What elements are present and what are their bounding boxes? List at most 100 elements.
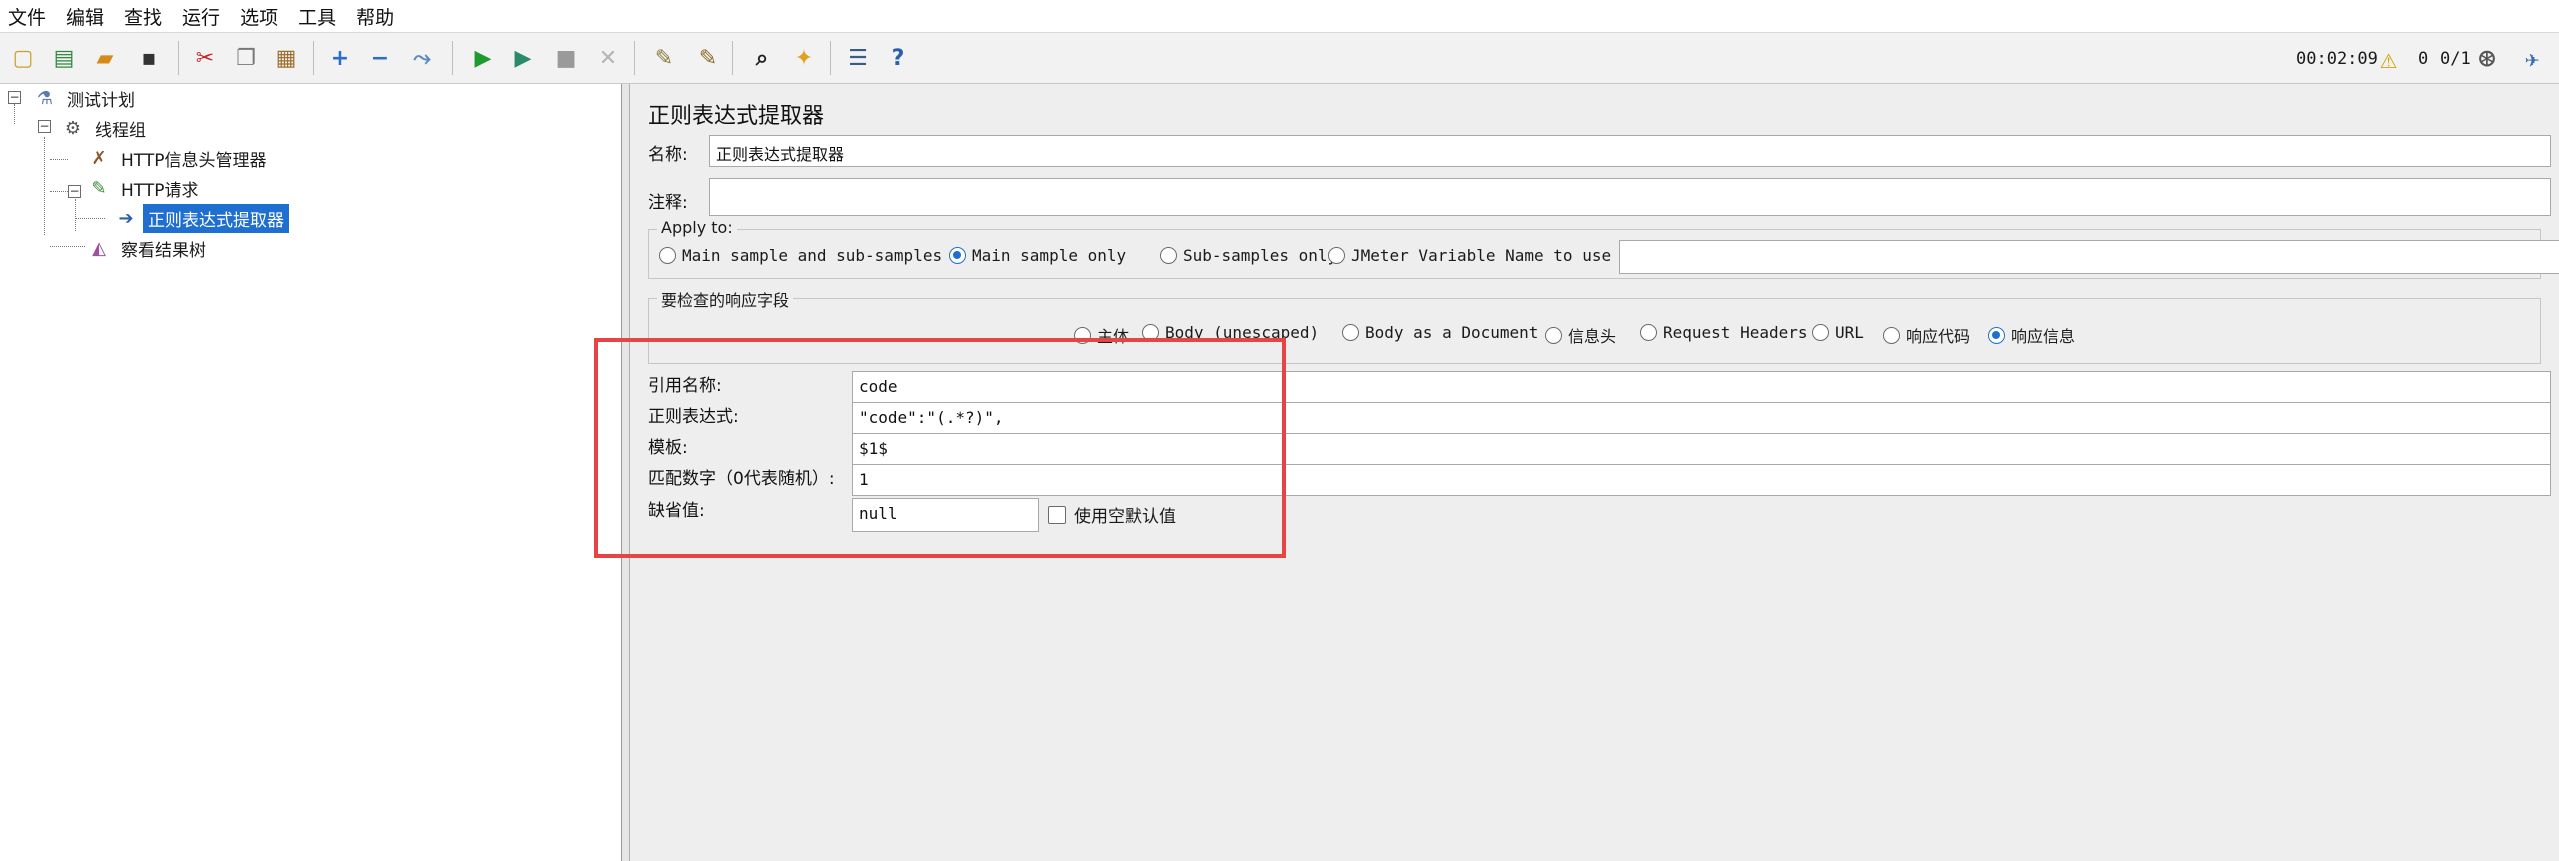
tree-node-label: HTTP请求 bbox=[121, 180, 199, 201]
check-response-code-radio[interactable]: 响应代码 bbox=[1883, 323, 1970, 347]
radio-label: Body (unescaped) bbox=[1165, 323, 1320, 342]
clear-all-button[interactable]: ✎ bbox=[690, 40, 726, 76]
template-label: 模板: bbox=[648, 438, 688, 458]
expand-button[interactable]: + bbox=[322, 40, 358, 76]
tree-node-thread-group[interactable]: ⚙ 线程组 bbox=[60, 114, 151, 142]
apply-main-and-sub-radio[interactable]: Main sample and sub-samples bbox=[659, 246, 942, 265]
open-button[interactable]: ▰ bbox=[87, 40, 123, 76]
collapse-http-request-toggle[interactable]: − bbox=[68, 185, 81, 198]
clear-button[interactable]: ✎ bbox=[646, 40, 682, 76]
menu-edit[interactable]: 编辑 bbox=[66, 3, 104, 30]
warning-icon[interactable]: ⚠ bbox=[2380, 33, 2397, 84]
check-body-unescaped-radio[interactable]: Body (unescaped) bbox=[1142, 323, 1319, 342]
tree-node-results-tree[interactable]: ◭ 察看结果树 bbox=[86, 234, 211, 262]
apply-jmeter-variable-radio[interactable]: JMeter Variable Name to use bbox=[1328, 246, 1611, 265]
templates-icon: ▤ bbox=[53, 45, 75, 71]
function-helper-button[interactable]: ☰ bbox=[840, 40, 876, 76]
start-icon: ▶ bbox=[474, 45, 492, 71]
menu-tools[interactable]: 工具 bbox=[298, 3, 336, 30]
toggle-button[interactable]: ⤳ bbox=[404, 40, 440, 76]
radio-label: Request Headers bbox=[1663, 323, 1808, 342]
menu-help[interactable]: 帮助 bbox=[356, 3, 394, 30]
start-button[interactable]: ▶ bbox=[465, 40, 501, 76]
menu-search[interactable]: 查找 bbox=[124, 3, 162, 30]
collapse-button[interactable]: − bbox=[362, 40, 398, 76]
comment-field[interactable] bbox=[709, 178, 2551, 216]
apply-main-only-radio[interactable]: Main sample only bbox=[949, 246, 1126, 265]
cut-icon: ✂ bbox=[195, 45, 215, 71]
cut-button[interactable]: ✂ bbox=[187, 40, 223, 76]
toolbar: 00:02:09 ⚠ 0 0/1 ⊛ ✈ ▢ ▤ ▰ ▪ ✂ ❐ ▦ + − ⤳ ▶ ▶ ■ ✕ ✎ ✎ ⌕ ✦ ☰… bbox=[0, 33, 2559, 84]
radio-dot bbox=[1883, 326, 1900, 344]
template-field[interactable]: $1$ bbox=[852, 433, 2551, 465]
header-manager-icon: ✗ bbox=[91, 147, 107, 169]
tree-node-label: 正则表达式提取器 bbox=[143, 203, 289, 233]
check-body-as-document-radio[interactable]: Body as a Document bbox=[1342, 323, 1538, 342]
thread-group-icon: ⚙ bbox=[64, 117, 82, 139]
name-label: 名称: bbox=[648, 145, 688, 165]
shutdown-button[interactable]: ✕ bbox=[590, 40, 626, 76]
menu-run[interactable]: 运行 bbox=[182, 3, 220, 30]
toolbar-separator bbox=[452, 41, 453, 75]
tree-node-regex-extractor[interactable]: ➔ 正则表达式提取器 bbox=[113, 203, 289, 233]
copy-button[interactable]: ❐ bbox=[228, 40, 264, 76]
check-response-message-radio[interactable]: 响应信息 bbox=[1988, 323, 2075, 347]
radio-dot bbox=[1328, 247, 1345, 264]
check-body-radio[interactable]: 主体 bbox=[1074, 323, 1129, 347]
comment-label: 注释: bbox=[648, 193, 688, 213]
regex-label: 正则表达式: bbox=[648, 407, 739, 427]
shutdown-icon: ✕ bbox=[598, 45, 618, 71]
radio-label: 响应信息 bbox=[2011, 327, 2076, 346]
use-empty-default-checkbox[interactable]: 使用空默认值 bbox=[1048, 502, 1176, 527]
match-no-label: 匹配数字（0代表随机）: bbox=[648, 469, 835, 489]
radio-dot bbox=[659, 247, 676, 264]
tree-node-http-request[interactable]: ✎ HTTP请求 bbox=[86, 174, 204, 202]
collapse-test-plan-toggle[interactable]: − bbox=[8, 91, 21, 104]
help-button[interactable]: ? bbox=[880, 40, 916, 76]
radio-dot-selected bbox=[949, 247, 966, 264]
log-viewer-icon[interactable]: ✈ bbox=[2525, 33, 2539, 84]
stop-icon: ■ bbox=[555, 45, 577, 71]
ref-name-field[interactable]: code bbox=[852, 371, 2551, 403]
open-icon: ▰ bbox=[96, 45, 114, 71]
tree-connector bbox=[50, 246, 85, 247]
regex-extractor-panel: 正则表达式提取器 名称: 正则表达式提取器 注释: Apply to: Main… bbox=[631, 84, 2559, 861]
check-request-headers-radio[interactable]: Request Headers bbox=[1640, 323, 1808, 342]
tree-node-label: 测试计划 bbox=[67, 90, 135, 111]
save-button[interactable]: ▪ bbox=[131, 40, 167, 76]
function-helper-icon: ☰ bbox=[848, 45, 868, 71]
checkbox-label: 使用空默认值 bbox=[1074, 507, 1176, 527]
panel-splitter[interactable] bbox=[622, 84, 630, 861]
copy-icon: ❐ bbox=[236, 45, 256, 71]
default-value-field[interactable]: null bbox=[852, 498, 1039, 532]
reset-search-button[interactable]: ✦ bbox=[786, 40, 822, 76]
apply-sub-only-radio[interactable]: Sub-samples only bbox=[1160, 246, 1337, 265]
stop-button[interactable]: ■ bbox=[548, 40, 584, 76]
remote-engines-icon[interactable]: ⊛ bbox=[2478, 33, 2496, 84]
jmeter-variable-input[interactable] bbox=[1619, 240, 2559, 274]
menu-file[interactable]: 文件 bbox=[8, 3, 46, 30]
new-icon: ▢ bbox=[12, 45, 34, 71]
collapse-thread-group-toggle[interactable]: − bbox=[38, 120, 51, 133]
new-button[interactable]: ▢ bbox=[5, 40, 41, 76]
check-url-radio[interactable]: URL bbox=[1812, 323, 1864, 342]
search-button[interactable]: ⌕ bbox=[744, 40, 780, 76]
name-field[interactable]: 正则表达式提取器 bbox=[709, 135, 2551, 167]
menu-options[interactable]: 选项 bbox=[240, 3, 278, 30]
regex-field[interactable]: "code":"(.*?)", bbox=[852, 402, 2551, 434]
tree-node-test-plan[interactable]: ⚗ 测试计划 bbox=[32, 84, 140, 112]
radio-dot bbox=[1160, 247, 1177, 264]
tree-node-header-manager[interactable]: ✗ HTTP信息头管理器 bbox=[86, 144, 272, 172]
radio-label: 响应代码 bbox=[1906, 327, 1971, 346]
radio-label: Main sample only bbox=[972, 246, 1127, 265]
templates-button[interactable]: ▤ bbox=[46, 40, 82, 76]
radio-dot bbox=[1142, 324, 1159, 341]
start-no-pauses-button[interactable]: ▶ bbox=[505, 40, 541, 76]
check-headers-radio[interactable]: 信息头 bbox=[1545, 323, 1616, 347]
search-icon: ⌕ bbox=[755, 45, 769, 71]
radio-label: Main sample and sub-samples bbox=[682, 246, 943, 265]
ref-name-label: 引用名称: bbox=[648, 376, 722, 396]
match-no-field[interactable]: 1 bbox=[852, 464, 2551, 496]
paste-button[interactable]: ▦ bbox=[268, 40, 304, 76]
expand-icon: + bbox=[330, 45, 350, 71]
